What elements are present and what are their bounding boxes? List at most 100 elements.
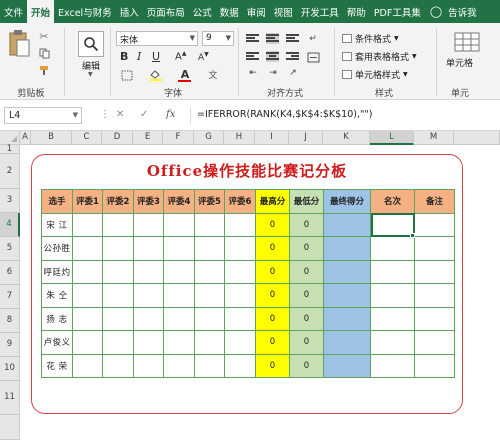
rank-cell-active[interactable] [370, 212, 415, 237]
final-score-cell[interactable] [323, 212, 371, 237]
contestant-name[interactable]: 朱 仝 [41, 283, 73, 308]
tab-pdf-tools[interactable]: PDF工具集 [370, 0, 425, 23]
insert-function-icon[interactable]: fx [166, 109, 175, 120]
tell-me-search[interactable]: 告诉我 [444, 0, 481, 23]
score-cell[interactable] [133, 330, 164, 355]
min-score-cell[interactable]: 0 [289, 236, 324, 261]
remark-cell[interactable] [414, 353, 455, 378]
fill-color-icon[interactable] [148, 69, 164, 81]
remark-cell[interactable] [414, 236, 455, 261]
cell-styles-button[interactable]: 单元格样式 ▼ [342, 68, 408, 81]
header-cell[interactable]: 最终得分 [323, 189, 371, 214]
bold-button[interactable]: B [120, 50, 128, 63]
min-score-cell[interactable]: 0 [289, 353, 324, 378]
font-color-icon[interactable]: A [178, 67, 192, 81]
rank-cell[interactable] [370, 306, 415, 331]
score-cell[interactable] [72, 330, 103, 355]
borders-icon[interactable] [120, 69, 134, 81]
score-cell[interactable] [163, 306, 195, 331]
column-header-d[interactable]: D [102, 131, 133, 145]
format-painter-icon[interactable] [38, 64, 50, 76]
align-left-icon[interactable] [246, 51, 259, 62]
remark-cell[interactable] [414, 306, 455, 331]
column-header-i[interactable]: I [255, 131, 289, 145]
orientation-icon[interactable]: ↗ [286, 67, 300, 79]
score-cell[interactable] [163, 353, 195, 378]
select-all-button[interactable] [0, 131, 20, 145]
header-cell[interactable]: 评委1 [72, 189, 103, 214]
score-cell[interactable] [224, 283, 256, 308]
column-header-k[interactable]: K [323, 131, 370, 145]
score-cell[interactable] [133, 212, 164, 237]
score-cell[interactable] [102, 330, 134, 355]
align-center-icon[interactable] [266, 51, 279, 62]
row-header-6[interactable]: 6 [0, 261, 20, 285]
tab-home[interactable]: 开始 [27, 0, 55, 23]
score-cell[interactable] [133, 283, 164, 308]
score-cell[interactable] [72, 283, 103, 308]
increase-font-button[interactable]: A▲ [175, 50, 186, 62]
score-cell[interactable] [224, 330, 256, 355]
header-cell[interactable]: 最高分 [255, 189, 290, 214]
min-score-cell[interactable]: 0 [289, 259, 324, 284]
header-cell[interactable]: 选手 [41, 189, 73, 214]
score-cell[interactable] [194, 330, 225, 355]
contestant-name[interactable]: 宋 江 [41, 212, 73, 237]
max-score-cell[interactable]: 0 [255, 259, 290, 284]
header-cell[interactable]: 评委5 [194, 189, 225, 214]
score-cell[interactable] [163, 330, 195, 355]
max-score-cell[interactable]: 0 [255, 212, 290, 237]
score-cell[interactable] [133, 259, 164, 284]
min-score-cell[interactable]: 0 [289, 212, 324, 237]
score-cell[interactable] [102, 236, 134, 261]
score-cell[interactable] [194, 353, 225, 378]
underline-button[interactable]: U [152, 50, 160, 63]
score-cell[interactable] [194, 283, 225, 308]
remark-cell[interactable] [414, 259, 455, 284]
tab-data[interactable]: 数据 [216, 0, 243, 23]
score-cell[interactable] [224, 212, 256, 237]
score-cell[interactable] [102, 212, 134, 237]
copy-icon[interactable] [38, 47, 50, 59]
header-cell[interactable]: 评委6 [224, 189, 256, 214]
rank-cell[interactable] [370, 353, 415, 378]
tab-file[interactable]: 文件 [0, 0, 27, 23]
header-cell[interactable]: 备注 [414, 189, 455, 214]
formula-bar-menu-icon[interactable]: ⋮ [100, 109, 110, 120]
final-score-cell[interactable] [323, 353, 371, 378]
contestant-name[interactable]: 卢俊义 [41, 330, 73, 355]
tab-developer[interactable]: 开发工具 [297, 0, 343, 23]
score-cell[interactable] [133, 353, 164, 378]
max-score-cell[interactable]: 0 [255, 236, 290, 261]
paste-button[interactable] [6, 27, 32, 61]
align-top-icon[interactable] [246, 33, 259, 44]
decrease-indent-icon[interactable]: ⇤ [246, 67, 260, 79]
remark-cell[interactable] [414, 330, 455, 355]
tab-view[interactable]: 视图 [270, 0, 297, 23]
score-cell[interactable] [194, 259, 225, 284]
row-header-3[interactable]: 3 [0, 189, 20, 213]
format-as-table-button[interactable]: 套用表格格式 ▼ [342, 50, 417, 63]
find-button[interactable] [78, 31, 104, 57]
score-cell[interactable] [102, 353, 134, 378]
contestant-name[interactable]: 公孙胜 [41, 236, 73, 261]
score-cell[interactable] [72, 236, 103, 261]
score-cell[interactable] [224, 353, 256, 378]
tab-page-layout[interactable]: 页面布局 [143, 0, 189, 23]
max-score-cell[interactable]: 0 [255, 306, 290, 331]
tab-insert[interactable]: 插入 [116, 0, 143, 23]
final-score-cell[interactable] [323, 330, 371, 355]
score-cell[interactable] [224, 306, 256, 331]
rank-cell[interactable] [370, 330, 415, 355]
column-header-c[interactable]: C [72, 131, 102, 145]
row-header-4[interactable]: 4 [0, 213, 20, 237]
tab-excel-finance[interactable]: Excel与财务 [54, 0, 116, 23]
tab-review[interactable]: 审阅 [243, 0, 270, 23]
tab-formulas[interactable]: 公式 [189, 0, 216, 23]
phonetic-icon[interactable]: 文 [206, 68, 220, 81]
score-cell[interactable] [163, 236, 195, 261]
rank-cell[interactable] [370, 259, 415, 284]
final-score-cell[interactable] [323, 306, 371, 331]
header-cell[interactable]: 最低分 [289, 189, 324, 214]
score-cell[interactable] [224, 259, 256, 284]
